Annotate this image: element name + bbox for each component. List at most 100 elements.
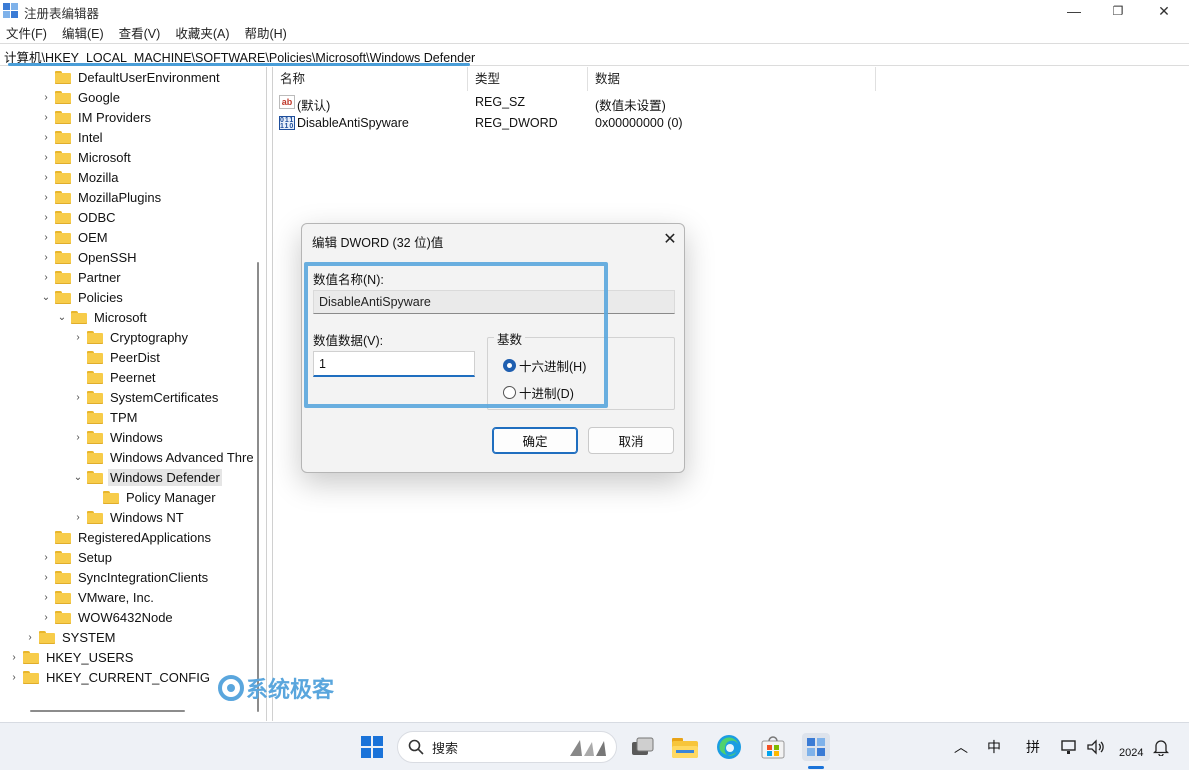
tree-item-openssh[interactable]: › OpenSSH: [40, 247, 139, 267]
tree-item-peerdist[interactable]: PeerDist: [72, 347, 162, 367]
ok-button[interactable]: 确定: [492, 427, 578, 454]
folder-icon: [55, 530, 71, 544]
tree-item-registeredapplications[interactable]: RegisteredApplications: [40, 527, 213, 547]
volume-icon[interactable]: [1086, 723, 1106, 770]
restore-button[interactable]: ❐: [1095, 0, 1141, 22]
expand-chevron-icon[interactable]: ›: [40, 187, 52, 207]
address-bar[interactable]: 计算机\HKEY_LOCAL_MACHINE\SOFTWARE\Policies…: [0, 43, 1189, 66]
notification-bell-icon[interactable]: [1153, 723, 1169, 770]
tree-vertical-scrollbar[interactable]: [257, 262, 259, 712]
cancel-button[interactable]: 取消: [588, 427, 674, 454]
tree-item-setup[interactable]: › Setup: [40, 547, 114, 567]
file-explorer-icon[interactable]: [671, 733, 699, 761]
expand-chevron-icon[interactable]: ›: [40, 267, 52, 287]
regedit-taskbar-icon[interactable]: [802, 733, 830, 761]
radio-unchecked-icon[interactable]: [503, 386, 516, 399]
minimize-button[interactable]: —: [1051, 0, 1097, 22]
task-view-icon[interactable]: [629, 733, 657, 761]
edge-browser-icon[interactable]: [715, 733, 743, 761]
tree-item-odbc[interactable]: › ODBC: [40, 207, 118, 227]
expand-chevron-icon[interactable]: ›: [8, 667, 20, 687]
expand-chevron-icon[interactable]: ›: [72, 427, 84, 447]
tree-item-defaultuserenvironment[interactable]: DefaultUserEnvironment: [40, 67, 222, 87]
tree-item-policies-microsoft[interactable]: ⌄ Microsoft: [56, 307, 149, 327]
dialog-close-icon[interactable]: ✕: [658, 228, 682, 250]
tree-item-tpm[interactable]: TPM: [72, 407, 139, 427]
tree-item-oem[interactable]: › OEM: [40, 227, 110, 247]
value-data-input[interactable]: 1: [313, 351, 475, 377]
folder-icon: [87, 510, 103, 524]
tree-item-peernet[interactable]: Peernet: [72, 367, 158, 387]
tree-item-hkey-current-config[interactable]: › HKEY_CURRENT_CONFIG: [8, 667, 212, 687]
tree-item-label: Google: [78, 89, 120, 105]
menu-edit[interactable]: 编辑(E): [62, 23, 104, 42]
taskbar-search-box[interactable]: 搜索: [397, 731, 617, 763]
tree-item-windows-defender[interactable]: ⌄ Windows Defender: [72, 467, 222, 487]
tree-item-intel[interactable]: › Intel: [40, 127, 105, 147]
start-windows-icon[interactable]: [358, 733, 386, 761]
tree-item-mozillaplugins[interactable]: › MozillaPlugins: [40, 187, 163, 207]
expand-chevron-icon[interactable]: ›: [40, 167, 52, 187]
expand-chevron-icon[interactable]: ›: [72, 387, 84, 407]
expand-chevron-icon[interactable]: ›: [40, 567, 52, 587]
folder-icon: [71, 310, 87, 324]
expand-chevron-icon[interactable]: ›: [8, 647, 20, 667]
tray-overflow-chevron-icon[interactable]: ︿: [954, 723, 968, 770]
expand-chevron-icon[interactable]: ›: [40, 227, 52, 247]
collapse-chevron-icon[interactable]: ⌄: [56, 307, 68, 327]
tree-horizontal-scrollbar[interactable]: [30, 710, 185, 712]
expand-chevron-icon[interactable]: ›: [40, 147, 52, 167]
tree-item-microsoft[interactable]: › Microsoft: [40, 147, 133, 167]
expand-chevron-icon[interactable]: ›: [40, 547, 52, 567]
network-icon[interactable]: [1061, 723, 1079, 770]
radio-decimal[interactable]: 十进制(D): [503, 383, 574, 402]
microsoft-store-icon[interactable]: [759, 733, 787, 761]
tree-item-systemcertificates[interactable]: › SystemCertificates: [72, 387, 220, 407]
close-window-button[interactable]: ✕: [1141, 0, 1187, 22]
expand-chevron-icon[interactable]: ›: [40, 207, 52, 227]
collapse-chevron-icon[interactable]: ⌄: [40, 287, 52, 307]
tree-item-windows-advanced-threat[interactable]: Windows Advanced Thre: [72, 447, 256, 467]
column-header-type[interactable]: 类型: [468, 67, 588, 91]
expand-chevron-icon[interactable]: ›: [72, 507, 84, 527]
menu-view[interactable]: 查看(V): [119, 23, 161, 42]
ime-language-indicator[interactable]: 中: [987, 723, 1001, 770]
expand-chevron-icon[interactable]: ›: [40, 107, 52, 127]
tree-item-wow6432node[interactable]: › WOW6432Node: [40, 607, 175, 627]
tree-item-google[interactable]: › Google: [40, 87, 122, 107]
expand-chevron-icon[interactable]: ›: [40, 587, 52, 607]
expand-chevron-icon[interactable]: ›: [40, 127, 52, 147]
column-header-name[interactable]: 名称: [273, 67, 468, 91]
menu-help[interactable]: 帮助(H): [244, 23, 286, 42]
expand-chevron-icon[interactable]: ›: [40, 87, 52, 107]
expand-chevron-icon[interactable]: ›: [40, 607, 52, 627]
tree-item-hkey-users[interactable]: › HKEY_USERS: [8, 647, 135, 667]
menu-file[interactable]: 文件(F): [6, 23, 47, 42]
radio-checked-icon[interactable]: [503, 359, 516, 372]
tree-item-windows[interactable]: › Windows: [72, 427, 165, 447]
tree-item-policies[interactable]: ⌄ Policies: [40, 287, 125, 307]
tree-item-mozilla[interactable]: › Mozilla: [40, 167, 120, 187]
radio-hexadecimal[interactable]: 十六进制(H): [503, 356, 586, 375]
expand-chevron-icon[interactable]: ›: [24, 627, 36, 647]
menu-favorites[interactable]: 收藏夹(A): [175, 23, 229, 42]
expand-chevron-icon[interactable]: ›: [40, 247, 52, 267]
column-header-data[interactable]: 数据: [588, 67, 876, 91]
watermark: 系统极客: [218, 672, 334, 704]
tree-item-im-providers[interactable]: › IM Providers: [40, 107, 153, 127]
taskbar-clock[interactable]: 2024: [1119, 747, 1143, 759]
value-row-disableantispyware[interactable]: 011 110 DisableAntiSpyware REG_DWORD 0x0…: [273, 113, 883, 134]
ime-mode-indicator[interactable]: 拼: [1026, 723, 1040, 770]
tree-item-partner[interactable]: › Partner: [40, 267, 123, 287]
value-row-default[interactable]: ab (默认) REG_SZ (数值未设置): [273, 92, 883, 113]
tree-item-cryptography[interactable]: › Cryptography: [72, 327, 190, 347]
tree-item-policy-manager[interactable]: Policy Manager: [88, 487, 218, 507]
tree-item-syncintegrationclients[interactable]: › SyncIntegrationClients: [40, 567, 210, 587]
tree-item-windows-nt[interactable]: › Windows NT: [72, 507, 186, 527]
expand-chevron-icon[interactable]: [40, 67, 52, 87]
collapse-chevron-icon[interactable]: ⌄: [72, 467, 84, 487]
expand-chevron-icon[interactable]: ›: [72, 327, 84, 347]
tree-item-vmware[interactable]: › VMware, Inc.: [40, 587, 156, 607]
key-tree-pane[interactable]: DefaultUserEnvironment › Google › IM Provi…: [0, 67, 267, 721]
tree-item-system[interactable]: › SYSTEM: [24, 627, 117, 647]
